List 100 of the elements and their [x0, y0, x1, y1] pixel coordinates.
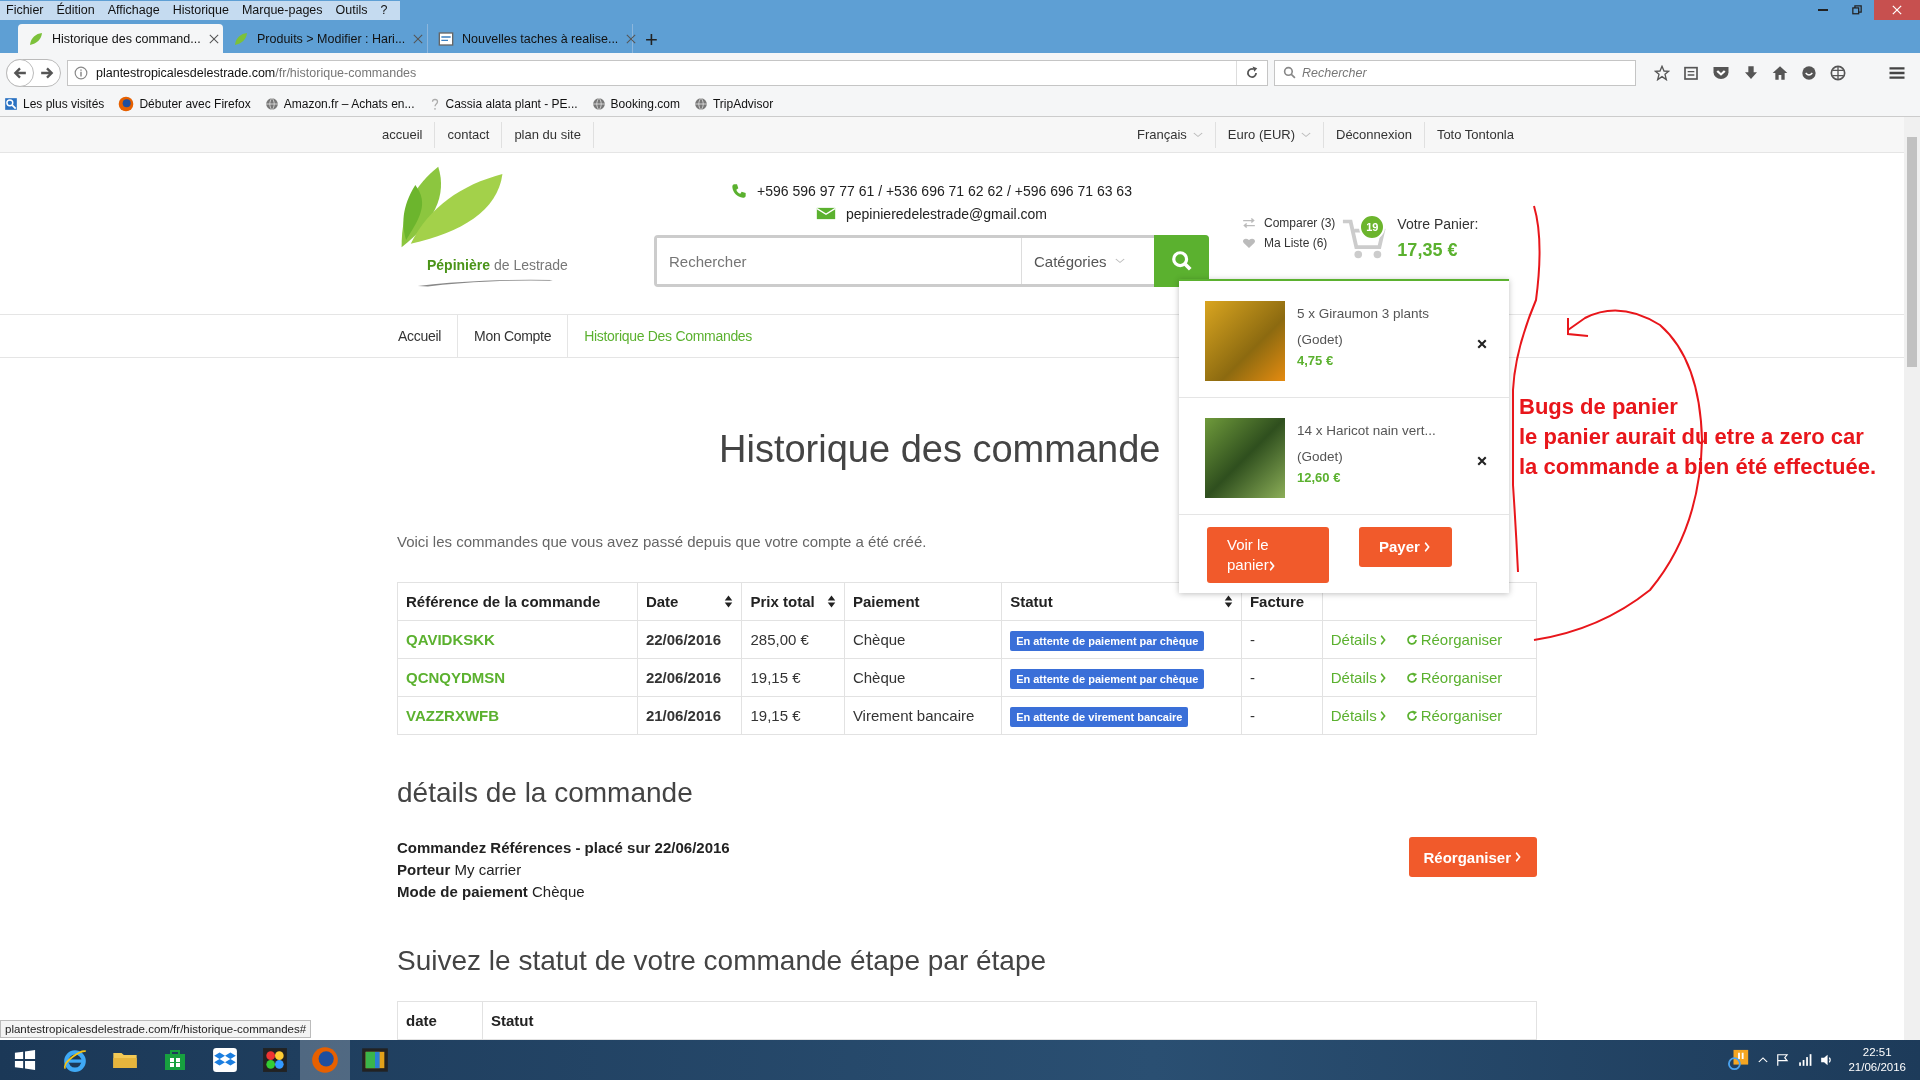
- bookmark-star-icon[interactable]: [1654, 64, 1670, 81]
- refresh-icon: [1405, 633, 1418, 646]
- cart-item-name[interactable]: 5 x Giraumon 3 plants: [1297, 301, 1430, 327]
- bookmark-link[interactable]: Cassia alata plant - PE...: [445, 97, 578, 111]
- menu-item[interactable]: Historique: [166, 3, 236, 17]
- menu-icon[interactable]: [1888, 64, 1906, 81]
- bookmark-link[interactable]: Les plus visités: [23, 97, 105, 111]
- caret-icon: [1114, 258, 1125, 264]
- remove-icon[interactable]: [1477, 456, 1487, 466]
- intro-text: Voici les commandes que vous avez passé depuis que votre compte a été créé.: [397, 533, 927, 550]
- cart-total: 17,35 €: [1397, 240, 1459, 261]
- firefox-icon[interactable]: [118, 96, 135, 112]
- menu-item[interactable]: Outils: [329, 3, 375, 17]
- table-cell: -: [1241, 658, 1323, 697]
- reload-icon[interactable]: [1245, 65, 1259, 80]
- column-header: Statut: [482, 1001, 1537, 1040]
- menu-item[interactable]: Édition: [50, 3, 102, 17]
- top-link[interactable]: contact: [435, 121, 503, 148]
- email-address[interactable]: pepinieredelestrade@gmail.com: [846, 205, 1047, 222]
- pocket-icon[interactable]: [1712, 64, 1730, 81]
- close-icon[interactable]: [208, 33, 219, 44]
- forward-arrow-icon[interactable]: [40, 65, 54, 80]
- taskbar-clock[interactable]: 22:51 21/06/2016: [1848, 1045, 1906, 1075]
- top-link[interactable]: Toto Tontonla: [1436, 121, 1514, 148]
- cart-item-variant: (Godet): [1297, 331, 1344, 349]
- cart-item-name[interactable]: 14 x Haricot nain vert...: [1297, 418, 1436, 444]
- phone-numbers: +596 596 97 77 61 / +536 696 71 62 62 / +596 696 71 63 63: [757, 182, 1132, 199]
- bookmark-link[interactable]: Booking.com: [610, 97, 680, 111]
- scrollbar[interactable]: [1904, 117, 1920, 1040]
- bookmark-link[interactable]: Débuter avec Firefox: [139, 97, 251, 111]
- sort-icon: [724, 595, 734, 608]
- leaf-icon: [28, 30, 44, 47]
- column-header[interactable]: Date: [637, 582, 742, 621]
- paint-splash-icon[interactable]: [262, 1047, 288, 1073]
- chevron-icon: [1268, 560, 1277, 573]
- table-cell: 19,15 €: [741, 658, 845, 697]
- column-header: date: [397, 1001, 483, 1040]
- address-bar[interactable]: plantestropicalesdelestrade.com/fr/historique-commandes: [67, 59, 1268, 86]
- home-icon[interactable]: [1772, 64, 1788, 81]
- browser-tab[interactable]: Historique des command...: [18, 24, 223, 53]
- search-icon: [1283, 66, 1296, 79]
- browser-e-icon[interactable]: [62, 1047, 88, 1073]
- browser-search-field[interactable]: Rechercher: [1274, 59, 1636, 86]
- menu-item[interactable]: ?: [374, 3, 395, 17]
- close-icon[interactable]: [626, 33, 637, 44]
- film-icon[interactable]: [361, 1046, 389, 1074]
- wishlist-link[interactable]: Ma Liste (6): [1264, 236, 1328, 250]
- table-cell: Chèque: [844, 620, 1002, 659]
- close-icon: [1892, 5, 1902, 15]
- detail-line: Commandez Références - placé sur 22/06/2016: [397, 838, 730, 858]
- section-title: Suivez le statut de votre commande étape par étape: [397, 945, 1048, 977]
- restore-icon: [1852, 5, 1862, 15]
- top-link[interactable]: Euro (EUR): [1227, 121, 1295, 148]
- search-page-icon[interactable]: [4, 97, 18, 111]
- top-link[interactable]: Français: [1136, 121, 1187, 148]
- menu-item[interactable]: Marque-pages: [235, 3, 330, 17]
- top-link[interactable]: Déconnexion: [1336, 121, 1412, 148]
- cart-count-badge: 19: [1359, 214, 1386, 240]
- tray-expand-icon[interactable]: [1758, 1056, 1769, 1064]
- new-tab-button[interactable]: +: [633, 27, 670, 53]
- menu-item[interactable]: Fichier: [0, 3, 51, 17]
- caret-icon: [1192, 131, 1203, 138]
- search-icon: [1170, 250, 1193, 272]
- alert-icon[interactable]: [1728, 1049, 1751, 1071]
- remove-icon[interactable]: [1477, 339, 1487, 349]
- envelope-icon: [816, 206, 836, 221]
- globe-icon[interactable]: [1830, 64, 1846, 81]
- caret-icon: [1301, 131, 1311, 138]
- search-bar[interactable]: Rechercher Catégories: [654, 235, 1209, 287]
- annotation-text: Bugs de panier: [1519, 393, 1678, 421]
- column-header: Référence de la commande: [397, 582, 638, 621]
- column-header[interactable]: Prix total: [741, 582, 845, 621]
- status-badge: En attente de paiement par chèque: [1010, 669, 1205, 689]
- chevron-icon: [1379, 633, 1388, 646]
- download-icon[interactable]: [1743, 64, 1759, 81]
- network-icon[interactable]: [1798, 1053, 1813, 1067]
- top-link[interactable]: plan du site: [502, 121, 594, 148]
- close-icon[interactable]: [413, 33, 424, 44]
- chat-icon[interactable]: [1801, 64, 1817, 81]
- chevron-icon: [1423, 541, 1432, 553]
- bookmark-link[interactable]: Amazon.fr – Achats en...: [283, 97, 415, 111]
- table-cell: Chèque: [844, 658, 1002, 697]
- table-cell: 22/06/2016: [637, 620, 742, 659]
- nav-link[interactable]: Accueil: [382, 315, 459, 357]
- table-cell: 19,15 €: [741, 696, 845, 735]
- compare-arrows-icon: [1242, 217, 1256, 229]
- menu-item[interactable]: Affichage: [101, 3, 167, 17]
- chevron-icon: [1379, 709, 1388, 722]
- compare-link[interactable]: Comparer (3): [1264, 216, 1336, 230]
- reading-list-icon[interactable]: [1683, 64, 1699, 81]
- bookmark-link[interactable]: TripAdvisor: [712, 97, 774, 111]
- top-link[interactable]: accueil: [370, 121, 436, 148]
- back-button[interactable]: [6, 58, 34, 87]
- minimize-icon: [1818, 9, 1828, 11]
- flag-icon[interactable]: [1776, 1053, 1791, 1067]
- search-button[interactable]: [1154, 235, 1209, 287]
- dropbox-icon[interactable]: [212, 1047, 238, 1073]
- store-icon[interactable]: [163, 1048, 187, 1072]
- nav-link[interactable]: Mon Compte: [458, 315, 569, 357]
- section-title: détails de la commande: [397, 777, 694, 809]
